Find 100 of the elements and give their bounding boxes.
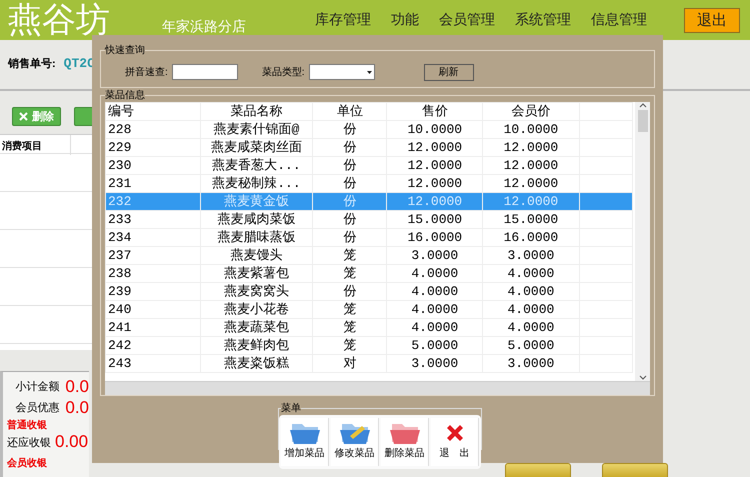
table-cell: 燕麦腊味蒸饭 bbox=[200, 228, 313, 246]
table-cell: 燕麦粢饭糕 bbox=[200, 354, 313, 372]
table-cell: 笼 bbox=[312, 300, 387, 318]
group-title: 菜单 bbox=[281, 402, 301, 415]
toolbar-button[interactable]: 删除菜品 bbox=[381, 418, 429, 466]
table-cell: 15.0000 bbox=[482, 210, 580, 228]
column-header: 消费项目 bbox=[0, 135, 71, 155]
table-cell: 4.0000 bbox=[386, 318, 483, 336]
order-number-label: 销售单号: bbox=[8, 56, 56, 70]
table-cell: 份 bbox=[312, 282, 387, 300]
table-cell: 234 bbox=[106, 228, 200, 246]
table-cell: 份 bbox=[312, 228, 387, 246]
table-cell: 230 bbox=[106, 156, 200, 174]
branch-name: 年家浜路分店 bbox=[162, 18, 246, 36]
horizontal-scrollbar[interactable] bbox=[105, 381, 650, 395]
dish-type-dropdown[interactable] bbox=[308, 64, 375, 80]
add-button[interactable] bbox=[74, 107, 94, 126]
table-cell: 5.0000 bbox=[482, 336, 580, 354]
table-cell: 3.0000 bbox=[482, 354, 580, 372]
exit-button[interactable]: 退出 bbox=[684, 8, 740, 32]
table-cell: 燕麦素什锦面@ bbox=[200, 120, 313, 138]
table-cell: 燕麦鲜肉包 bbox=[200, 336, 313, 354]
refresh-button[interactable]: 刷新 bbox=[424, 64, 474, 80]
table-cell: 4.0000 bbox=[482, 300, 580, 318]
table-cell: 15.0000 bbox=[386, 210, 483, 228]
scrollbar[interactable] bbox=[635, 102, 650, 381]
app-logo: 燕谷坊 bbox=[8, 0, 110, 40]
table-cell: 燕麦蔬菜包 bbox=[200, 318, 313, 336]
table-cell: 份 bbox=[312, 192, 387, 210]
table-cell: 燕麦黄金饭 bbox=[200, 192, 313, 210]
table-cell: 10.0000 bbox=[386, 120, 483, 138]
table-cell: 燕麦咸菜肉丝面 bbox=[200, 138, 313, 156]
table-cell: 4.0000 bbox=[386, 300, 483, 318]
table-cell: 12.0000 bbox=[482, 156, 580, 174]
total-value: 0.00 bbox=[55, 432, 88, 452]
table-cell: 12.0000 bbox=[386, 192, 483, 210]
column-header[interactable]: 售价 bbox=[386, 102, 483, 120]
table-cell: 237 bbox=[106, 246, 200, 264]
column-header[interactable]: 会员价 bbox=[482, 102, 580, 120]
table-cell: 233 bbox=[106, 210, 200, 228]
table-cell: 238 bbox=[106, 264, 200, 282]
table-cell: 232 bbox=[106, 192, 200, 210]
menu-item[interactable]: 功能 bbox=[391, 11, 419, 29]
table-cell: 243 bbox=[106, 354, 200, 372]
field-label: 拼音速查: bbox=[125, 66, 168, 79]
table-cell: 4.0000 bbox=[482, 318, 580, 336]
table-cell: 燕麦香葱大... bbox=[200, 156, 313, 174]
column-header[interactable]: 单位 bbox=[312, 102, 387, 120]
table-cell: 3.0000 bbox=[386, 354, 483, 372]
section-heading: 普通收银 bbox=[7, 418, 48, 432]
table-cell: 笼 bbox=[312, 246, 387, 264]
total-label: 还应收银 bbox=[7, 436, 51, 450]
pinyin-search-field[interactable] bbox=[172, 64, 238, 80]
table-cell: 4.0000 bbox=[386, 282, 483, 300]
group-title: 菜品信息 bbox=[105, 88, 145, 102]
menu-item[interactable]: 库存管理 bbox=[315, 11, 371, 29]
table-cell: 燕麦紫薯包 bbox=[200, 264, 313, 282]
total-label: 小计金额 bbox=[15, 380, 60, 394]
table-cell: 16.0000 bbox=[482, 228, 580, 246]
caret-icon bbox=[364, 69, 374, 75]
table-cell: 笼 bbox=[312, 318, 387, 336]
table-cell: 份 bbox=[312, 138, 387, 156]
table-cell: 10.0000 bbox=[482, 120, 580, 138]
scroll-thumb[interactable] bbox=[638, 110, 648, 132]
table-cell: 241 bbox=[106, 318, 200, 336]
table-cell: 4.0000 bbox=[482, 282, 580, 300]
table-cell: 16.0000 bbox=[386, 228, 483, 246]
toolbar-button[interactable]: 增加菜品 bbox=[281, 418, 329, 466]
total-value: 0.0 bbox=[65, 376, 89, 396]
table-cell: 份 bbox=[312, 156, 387, 174]
section-heading: 会员收银 bbox=[7, 456, 48, 470]
column-header[interactable]: 菜品名称 bbox=[200, 102, 313, 120]
table-cell: 3.0000 bbox=[386, 246, 483, 264]
toolbar-button[interactable]: 修改菜品 bbox=[331, 418, 379, 466]
field-label: 菜品类型: bbox=[262, 66, 305, 79]
table-cell: 对 bbox=[312, 354, 387, 372]
table-cell: 笼 bbox=[312, 264, 387, 282]
menu-item[interactable]: 信息管理 bbox=[591, 11, 647, 29]
table-cell: 12.0000 bbox=[386, 156, 483, 174]
table-cell: 228 bbox=[106, 120, 200, 138]
table-cell: 12.0000 bbox=[386, 138, 483, 156]
action-button[interactable] bbox=[602, 463, 668, 477]
table-cell: 份 bbox=[312, 120, 387, 138]
column-header[interactable]: 编号 bbox=[106, 102, 200, 120]
table-cell: 239 bbox=[106, 282, 200, 300]
table-cell: 5.0000 bbox=[386, 336, 483, 354]
table-cell: 份 bbox=[312, 210, 387, 228]
group-title: 快速查询 bbox=[105, 44, 145, 57]
close-icon bbox=[19, 112, 28, 121]
table-cell: 242 bbox=[106, 336, 200, 354]
table-cell: 4.0000 bbox=[482, 264, 580, 282]
toolbar-button[interactable]: 退 出 bbox=[431, 418, 479, 466]
table-cell: 燕麦窝窝头 bbox=[200, 282, 313, 300]
table-cell: 笼 bbox=[312, 336, 387, 354]
action-button[interactable] bbox=[505, 463, 571, 477]
table-cell: 燕麦咸肉菜饭 bbox=[200, 210, 313, 228]
table-cell: 3.0000 bbox=[482, 246, 580, 264]
total-value: 0.0 bbox=[65, 398, 89, 418]
menu-item[interactable]: 会员管理 bbox=[439, 11, 495, 29]
menu-item[interactable]: 系统管理 bbox=[515, 11, 571, 29]
